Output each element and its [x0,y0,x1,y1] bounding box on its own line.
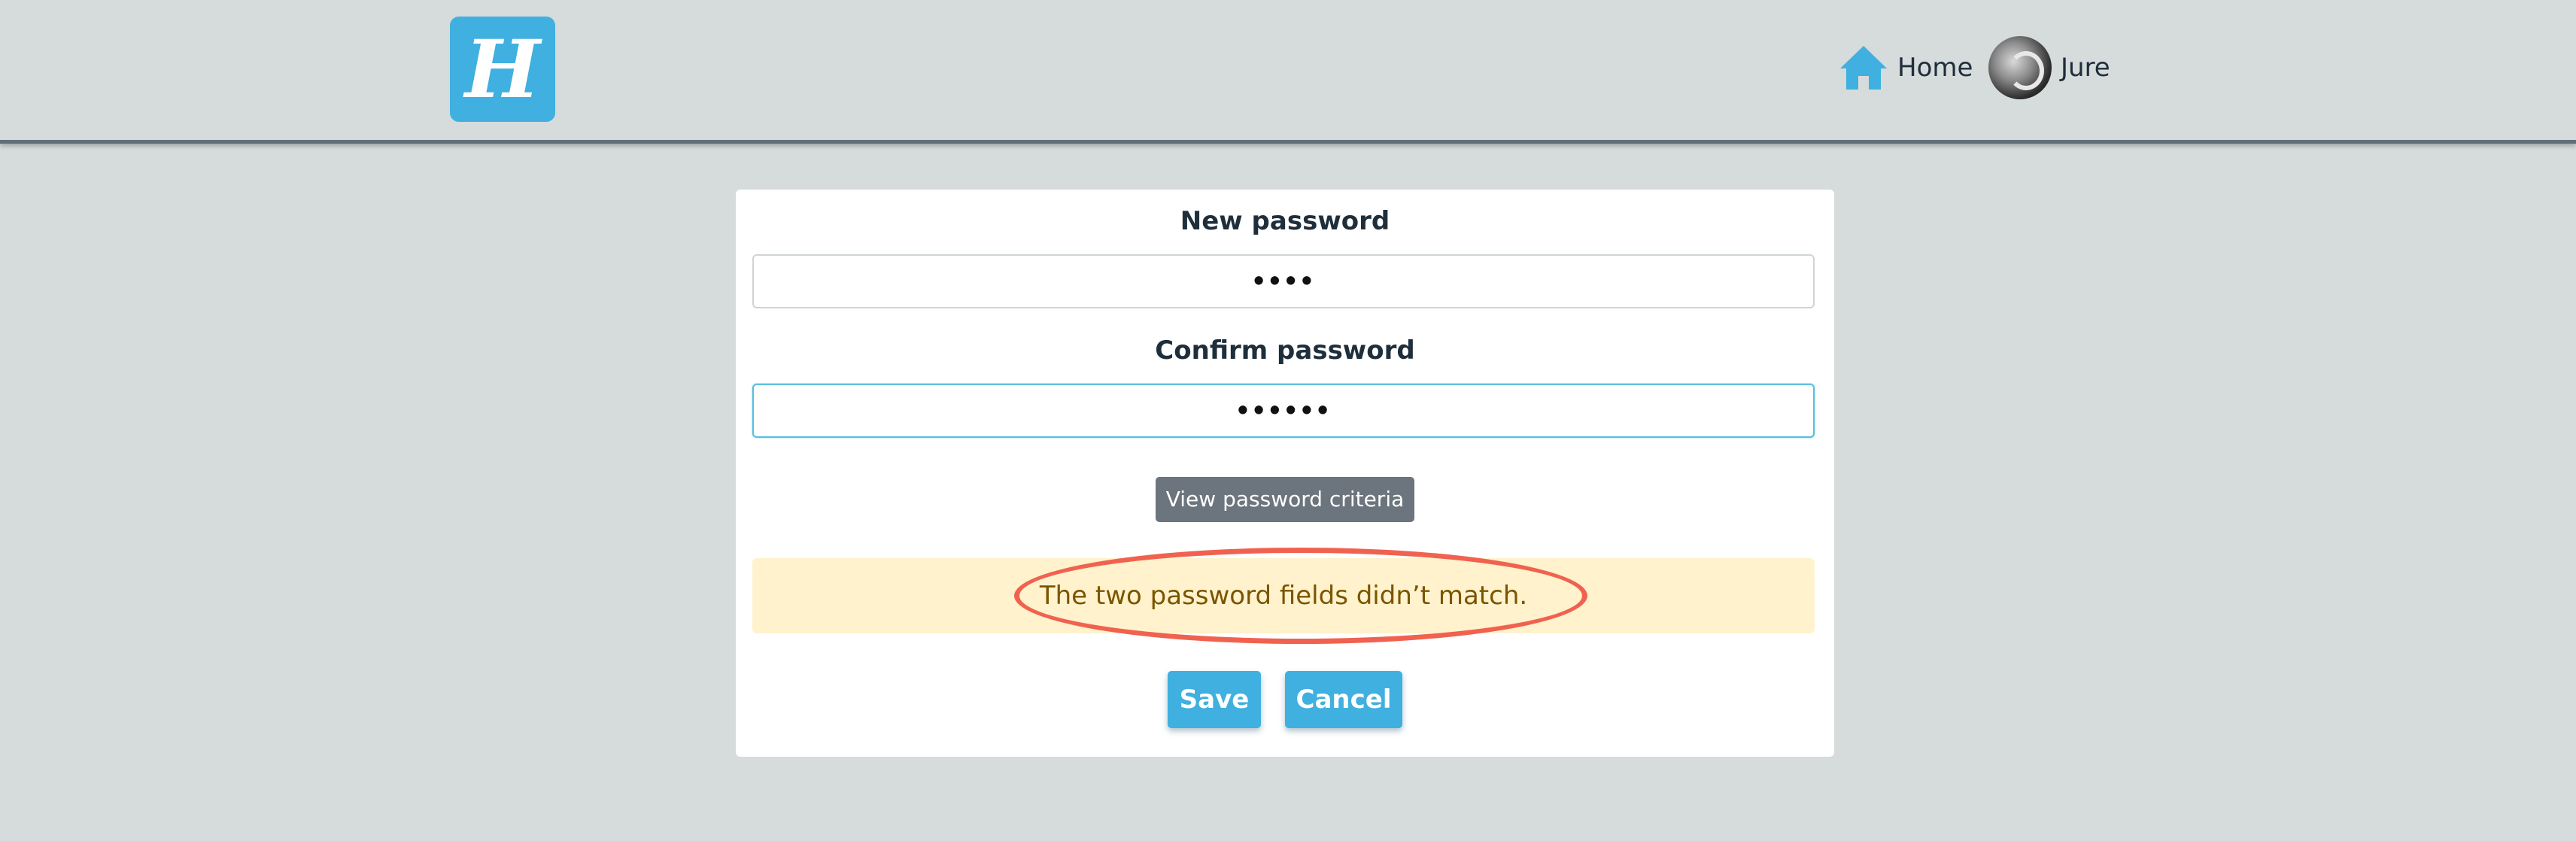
save-button[interactable]: Save [1168,671,1261,728]
home-icon [1839,44,1888,91]
nav-home-link[interactable]: Home [1839,30,1973,105]
password-mismatch-alert: The two password fields didn’t match. [752,548,1815,644]
nav-user-label: Jure [2061,53,2110,83]
nav-user-menu[interactable]: Jure [1988,30,2110,105]
avatar [1988,36,2052,99]
annotation-highlight-ring [1014,548,1587,644]
confirm-password-label: Confirm password [1155,335,1415,366]
logo-letter: H [464,22,541,116]
cancel-button[interactable]: Cancel [1285,671,1402,728]
view-password-criteria-button[interactable]: View password criteria [1156,477,1414,522]
new-password-field[interactable] [752,254,1815,308]
change-password-card: New password Confirm password View passw… [736,190,1834,757]
confirm-password-field[interactable] [752,384,1815,438]
app-logo[interactable]: H [450,17,555,122]
top-header: H Home Jure [0,0,2576,144]
nav-home-label: Home [1897,53,1973,83]
new-password-label: New password [1180,206,1390,236]
